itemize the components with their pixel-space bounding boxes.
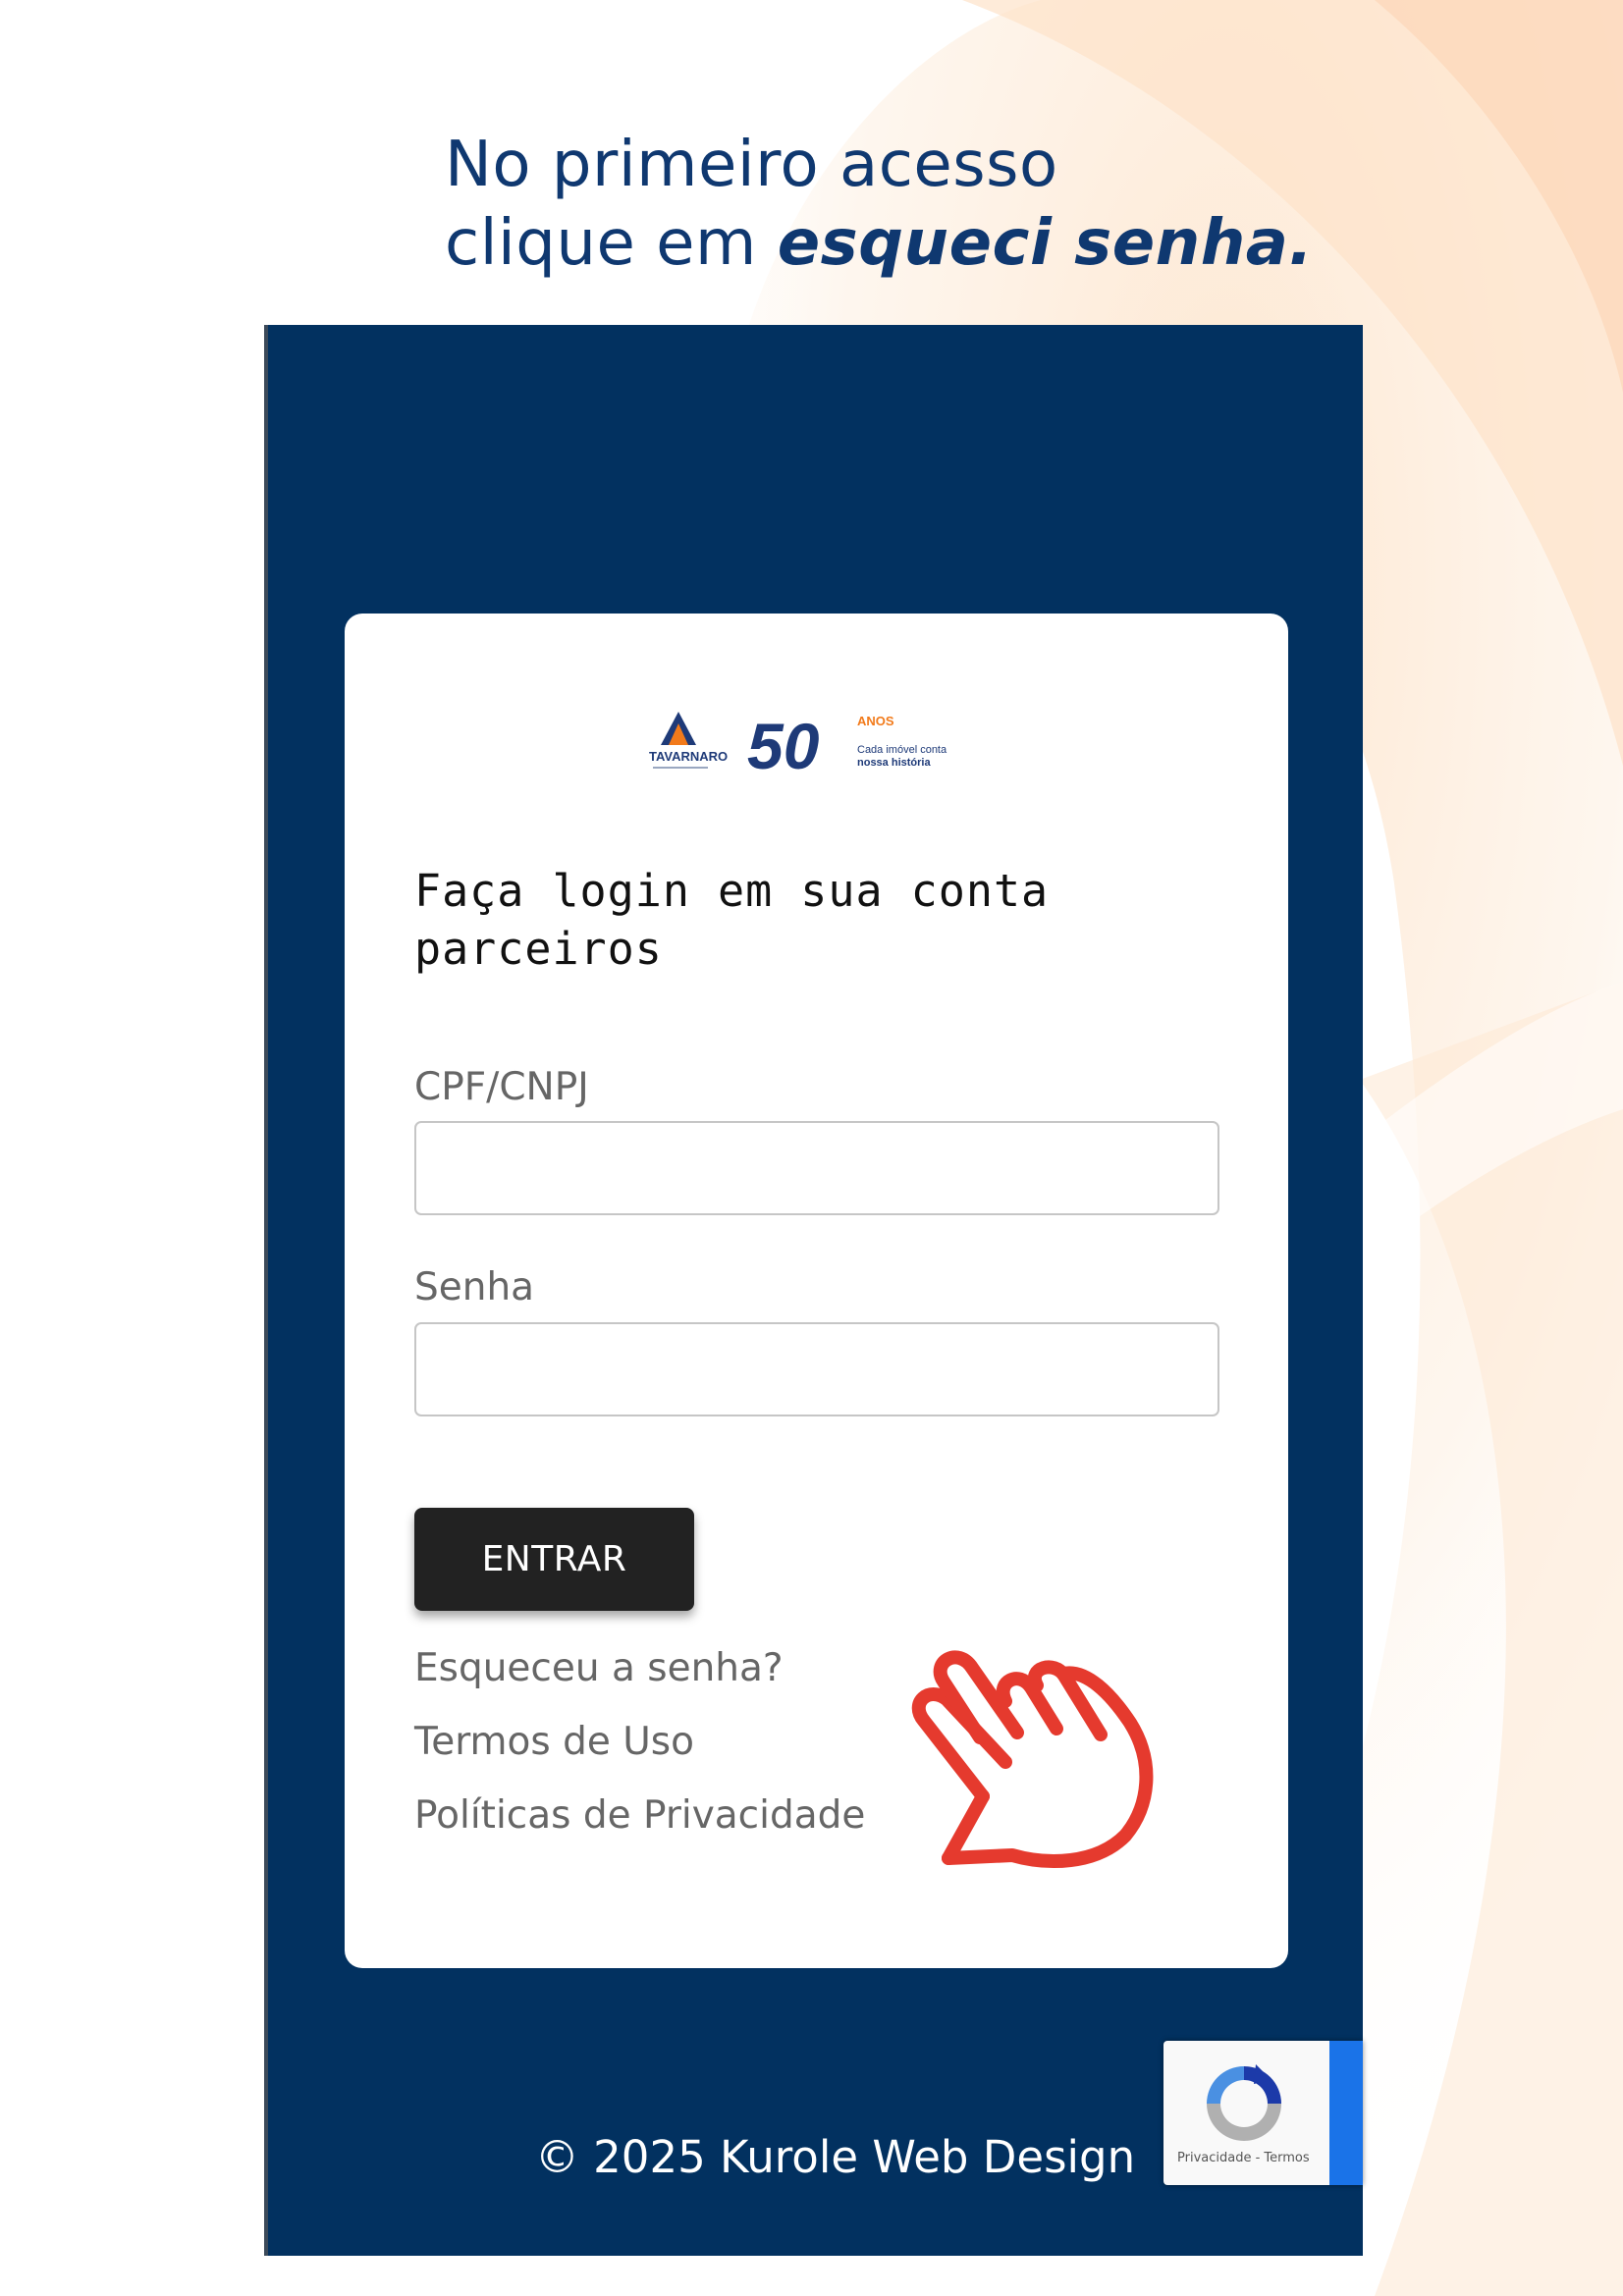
logo-brand: TAVARNARO (649, 749, 728, 764)
login-card: TAVARNARO 50 ANOS Cada imóvel conta noss… (345, 614, 1288, 1968)
entrar-button[interactable]: ENTRAR (414, 1508, 694, 1611)
cpf-label: CPF/CNPJ (414, 1065, 589, 1109)
terms-link[interactable]: Termos de Uso (414, 1720, 694, 1764)
headline-line-1: No primeiro acesso (445, 129, 1058, 201)
tavarnaro-50-anos-logo: TAVARNARO 50 ANOS Cada imóvel conta noss… (649, 712, 947, 782)
logo-anos: ANOS (857, 714, 894, 728)
logo-tagline-2: nossa história (857, 757, 931, 769)
password-input[interactable] (414, 1322, 1219, 1416)
headline-line-2: clique em esqueci senha. (445, 204, 1313, 283)
forgot-password-link[interactable]: Esqueceu a senha? (414, 1646, 784, 1690)
hand-pointer-icon (911, 1650, 1154, 1868)
headline-emphasis: esqueci senha. (777, 207, 1314, 280)
login-title: Faça login em sua conta parceiros (414, 865, 1050, 975)
logo-years: 50 (747, 712, 820, 782)
phone-screenshot: TAVARNARO 50 ANOS Cada imóvel conta noss… (264, 325, 1363, 2256)
instruction-headline: No primeiro acesso clique em esqueci sen… (445, 126, 1313, 283)
footer-copyright: © 2025 Kurole Web Design (534, 2131, 1136, 2183)
logo-tagline-1: Cada imóvel conta (857, 744, 947, 756)
headline-line-2-prefix: clique em (445, 207, 778, 280)
privacy-link[interactable]: Políticas de Privacidade (414, 1793, 865, 1838)
password-label: Senha (414, 1265, 535, 1309)
cpf-input[interactable] (414, 1121, 1219, 1215)
